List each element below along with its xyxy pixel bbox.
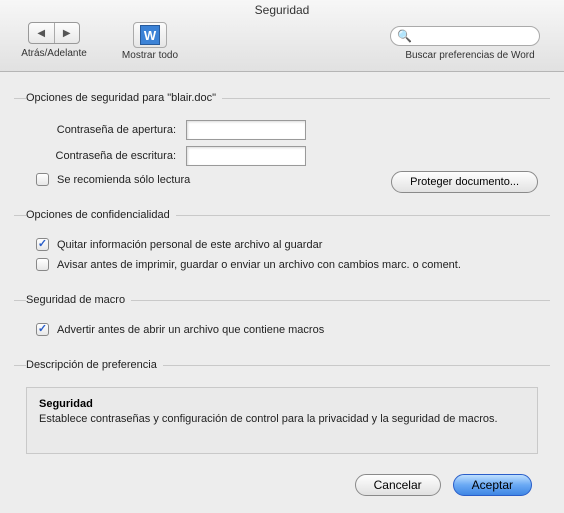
search-input[interactable] [416, 30, 558, 42]
cancel-button[interactable]: Cancelar [355, 474, 441, 496]
security-options-group: Opciones de seguridad para "blair.doc" C… [14, 92, 550, 199]
warn-changes-checkbox[interactable] [36, 258, 49, 271]
forward-arrow-icon[interactable]: ▶ [55, 23, 80, 43]
open-password-input[interactable] [186, 120, 306, 140]
back-forward-label: Atrás/Adelante [14, 48, 94, 59]
search-field[interactable]: 🔍 [390, 26, 540, 46]
description-legend: Descripción de preferencia [26, 359, 163, 371]
show-all-group: W Mostrar todo [110, 22, 190, 61]
remove-personal-checkbox[interactable] [36, 238, 49, 251]
readonly-label: Se recomienda sólo lectura [57, 174, 190, 186]
remove-personal-row: Quitar información personal de este arch… [36, 238, 538, 251]
description-box: Seguridad Establece contraseñas y config… [26, 387, 538, 454]
back-forward-segmented[interactable]: ◀ ▶ [28, 22, 80, 44]
warn-macros-checkbox[interactable] [36, 323, 49, 336]
search-icon: 🔍 [397, 29, 412, 43]
warn-macros-label: Advertir antes de abrir un archivo que c… [57, 324, 324, 336]
warn-changes-row: Avisar antes de imprimir, guardar o envi… [36, 258, 538, 271]
readonly-row: Se recomienda sólo lectura Proteger docu… [36, 173, 538, 186]
macro-legend: Seguridad de macro [26, 294, 131, 306]
remove-personal-label: Quitar información personal de este arch… [57, 239, 322, 251]
word-icon: W [140, 25, 160, 45]
open-password-label: Contraseña de apertura: [26, 124, 186, 136]
show-all-button[interactable]: W [133, 22, 167, 48]
warn-changes-label: Avisar antes de imprimir, guardar o envi… [57, 259, 461, 271]
footer: Cancelar Aceptar [14, 460, 550, 496]
description-group: Descripción de preferencia Seguridad Est… [14, 359, 550, 460]
search-group: 🔍 Buscar preferencias de Word [390, 26, 550, 61]
macro-group: Seguridad de macro Advertir antes de abr… [14, 294, 550, 349]
warn-macros-row: Advertir antes de abrir un archivo que c… [36, 323, 538, 336]
open-password-row: Contraseña de apertura: [26, 120, 538, 140]
back-arrow-icon[interactable]: ◀ [29, 23, 55, 43]
write-password-input[interactable] [186, 146, 306, 166]
content: Opciones de seguridad para "blair.doc" C… [0, 72, 564, 508]
security-options-legend: Opciones de seguridad para "blair.doc" [26, 92, 222, 104]
nav-group: ◀ ▶ Atrás/Adelante [14, 22, 94, 59]
privacy-legend: Opciones de confidencialidad [26, 209, 176, 221]
toolbar: Seguridad ◀ ▶ Atrás/Adelante W Mostrar t… [0, 0, 564, 72]
privacy-group: Opciones de confidencialidad Quitar info… [14, 209, 550, 284]
readonly-checkbox[interactable] [36, 173, 49, 186]
window-title: Seguridad [0, 3, 564, 17]
write-password-label: Contraseña de escritura: [26, 150, 186, 162]
protect-document-button[interactable]: Proteger documento... [391, 171, 538, 193]
search-label: Buscar preferencias de Word [390, 50, 550, 61]
description-title: Seguridad [39, 398, 525, 410]
show-all-label: Mostrar todo [110, 50, 190, 61]
write-password-row: Contraseña de escritura: [26, 146, 538, 166]
description-body: Establece contraseñas y configuración de… [39, 413, 525, 425]
ok-button[interactable]: Aceptar [453, 474, 532, 496]
